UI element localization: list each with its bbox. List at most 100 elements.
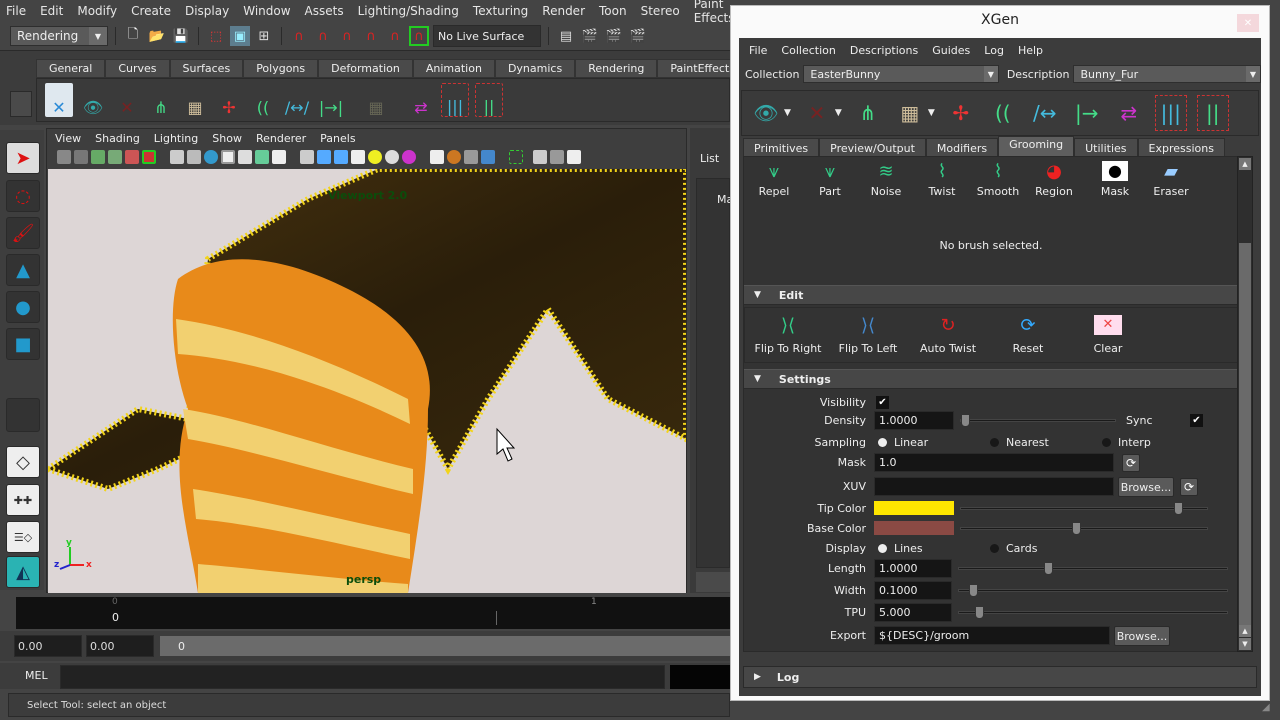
- tpu-field[interactable]: 5.000: [874, 603, 952, 622]
- menu-edit[interactable]: Edit: [40, 4, 63, 18]
- add-description-icon[interactable]: ⋔: [147, 83, 175, 117]
- flip-to-left-button[interactable]: ⟩⟨ Flip To Left: [833, 308, 903, 356]
- density-slider[interactable]: [960, 414, 1116, 427]
- xgen-menu-collection[interactable]: Collection: [781, 44, 835, 57]
- menu-file[interactable]: File: [6, 4, 26, 18]
- chevron-down-icon[interactable]: ▼: [784, 108, 791, 118]
- shadows-icon[interactable]: [385, 150, 399, 164]
- scroll-up-icon[interactable]: ▲: [1239, 625, 1251, 637]
- brush-twist[interactable]: ⌇ Twist: [914, 157, 970, 199]
- shelf-tab-deformation[interactable]: Deformation: [318, 59, 413, 78]
- patches-icon[interactable]: ▦: [181, 83, 209, 117]
- grease-pencil-icon[interactable]: [125, 150, 139, 164]
- snap-view-plane-icon[interactable]: ∩: [361, 26, 381, 46]
- slider-handle[interactable]: [969, 584, 978, 597]
- visibility-checkbox[interactable]: ✔: [876, 396, 889, 409]
- select-guides-icon[interactable]: |||: [441, 83, 469, 117]
- menu-lighting-shading[interactable]: Lighting/Shading: [358, 4, 459, 18]
- add-guide-icon[interactable]: ✢: [215, 83, 243, 117]
- reset-button[interactable]: ⟳ Reset: [993, 308, 1063, 356]
- vp-menu-show[interactable]: Show: [212, 132, 242, 145]
- sync-checkbox[interactable]: ✔: [1190, 414, 1203, 427]
- xgen-menu-guides[interactable]: Guides: [932, 44, 970, 57]
- scroll-up-icon[interactable]: ▲: [1239, 158, 1251, 170]
- use-all-lights-icon[interactable]: [368, 150, 382, 164]
- width-field[interactable]: 0.1000: [874, 581, 952, 600]
- snap-curve-icon[interactable]: ∩: [313, 26, 333, 46]
- scale-tool-icon[interactable]: ■: [6, 328, 40, 360]
- select-guides-icon[interactable]: |||: [1154, 95, 1187, 131]
- xgen-editor-icon[interactable]: ✕: [45, 83, 73, 117]
- shelf-tab-surfaces[interactable]: Surfaces: [169, 59, 244, 78]
- select-hierarchy-icon[interactable]: ⬚: [206, 26, 226, 46]
- shelf-tab-rendering[interactable]: Rendering: [575, 59, 658, 78]
- collection-dropdown[interactable]: EasterBunny ▼: [803, 65, 999, 83]
- select-tool-icon[interactable]: ➤: [6, 142, 40, 174]
- tpu-slider[interactable]: [958, 606, 1228, 619]
- menu-assets[interactable]: Assets: [305, 4, 344, 18]
- move-tool-icon[interactable]: ▲: [6, 254, 40, 286]
- outliner-persp-layout-icon[interactable]: ☰◇: [6, 521, 40, 553]
- multisample-aa-icon[interactable]: [464, 150, 478, 164]
- grease-pencil-active-icon[interactable]: [142, 150, 156, 164]
- sculpt-guides-icon[interactable]: ((: [987, 95, 1019, 131]
- current-time-field[interactable]: 0.00: [86, 635, 154, 657]
- display-lines-radio[interactable]: [878, 544, 887, 553]
- xgen-menu-help[interactable]: Help: [1018, 44, 1043, 57]
- description-dropdown[interactable]: Bunny_Fur ▼: [1073, 65, 1261, 83]
- isolate-select-icon[interactable]: [509, 150, 523, 164]
- render-frame-icon[interactable]: 🎬: [580, 26, 600, 46]
- 2d-pan-zoom-icon[interactable]: [108, 150, 122, 164]
- auto-twist-button[interactable]: ↻ Auto Twist: [913, 308, 983, 356]
- command-language-label[interactable]: MEL: [25, 669, 48, 682]
- xgen-menu-file[interactable]: File: [749, 44, 767, 57]
- resolution-gate-icon[interactable]: [204, 150, 218, 164]
- patches-dim-icon[interactable]: ▦: [351, 83, 401, 117]
- shelf-tab-curves[interactable]: Curves: [105, 59, 170, 78]
- new-scene-icon[interactable]: 🗋: [123, 26, 143, 46]
- vp-menu-view[interactable]: View: [55, 132, 81, 145]
- motion-blur-icon[interactable]: [447, 150, 461, 164]
- command-input[interactable]: [60, 665, 665, 689]
- brush-smooth[interactable]: ⌇ Smooth: [970, 157, 1026, 199]
- shelf-tab-general[interactable]: General: [36, 59, 106, 78]
- start-time-field[interactable]: 0.00: [14, 635, 82, 657]
- menu-modify[interactable]: Modify: [77, 4, 117, 18]
- depth-of-field-icon[interactable]: [481, 150, 495, 164]
- clear-button[interactable]: ✕ Clear: [1073, 308, 1143, 355]
- viewport-canvas[interactable]: y x z Viewport 2.0 persp: [48, 169, 686, 593]
- clear-preview-icon[interactable]: ✕: [113, 83, 141, 117]
- film-gate-icon[interactable]: [187, 150, 201, 164]
- maya-logo-icon[interactable]: ◭: [6, 556, 40, 588]
- refresh-icon[interactable]: ⟳: [1180, 478, 1198, 496]
- export-browse-button[interactable]: Browse...: [1114, 626, 1170, 646]
- xgen-menu-descriptions[interactable]: Descriptions: [850, 44, 918, 57]
- menu-window[interactable]: Window: [243, 4, 290, 18]
- base-color-swatch[interactable]: [874, 521, 954, 535]
- length-field[interactable]: 1.0000: [874, 559, 952, 578]
- gate-mask-icon[interactable]: [221, 150, 235, 164]
- menu-render[interactable]: Render: [542, 4, 585, 18]
- display-cards-radio[interactable]: [990, 544, 999, 553]
- sampling-nearest-radio[interactable]: [990, 438, 999, 447]
- image-plane-icon[interactable]: [91, 150, 105, 164]
- save-scene-icon[interactable]: 💾: [171, 26, 191, 46]
- brush-part[interactable]: ⩛ Part: [802, 157, 858, 199]
- brush-eraser[interactable]: ▰ Eraser: [1143, 157, 1199, 199]
- export-path-field[interactable]: ${DESC}/groom: [874, 626, 1110, 645]
- move-guides-icon[interactable]: ⇄: [1113, 95, 1145, 131]
- flip-guides-icon[interactable]: /↔: [1029, 95, 1061, 131]
- four-view-layout-icon[interactable]: ✚✚: [6, 484, 40, 516]
- wireframe-on-shaded-icon[interactable]: [334, 150, 348, 164]
- edit-section-header[interactable]: ▼ Edit: [744, 285, 1238, 305]
- xray-icon[interactable]: [533, 150, 547, 164]
- shelf-tab-dynamics[interactable]: Dynamics: [494, 59, 576, 78]
- shelf-tab-polygons[interactable]: Polygons: [243, 59, 319, 78]
- brush-noise[interactable]: ≋ Noise: [858, 157, 914, 199]
- high-quality-icon[interactable]: [402, 150, 416, 164]
- make-live-icon[interactable]: ∩: [409, 26, 429, 46]
- menuset-dropdown[interactable]: Rendering ▼: [10, 26, 108, 46]
- refresh-icon[interactable]: ⟳: [1122, 454, 1140, 472]
- single-perspective-layout-icon[interactable]: ◇: [6, 446, 40, 478]
- grooming-scrollbar[interactable]: ▲ ▲ ▼: [1237, 156, 1253, 652]
